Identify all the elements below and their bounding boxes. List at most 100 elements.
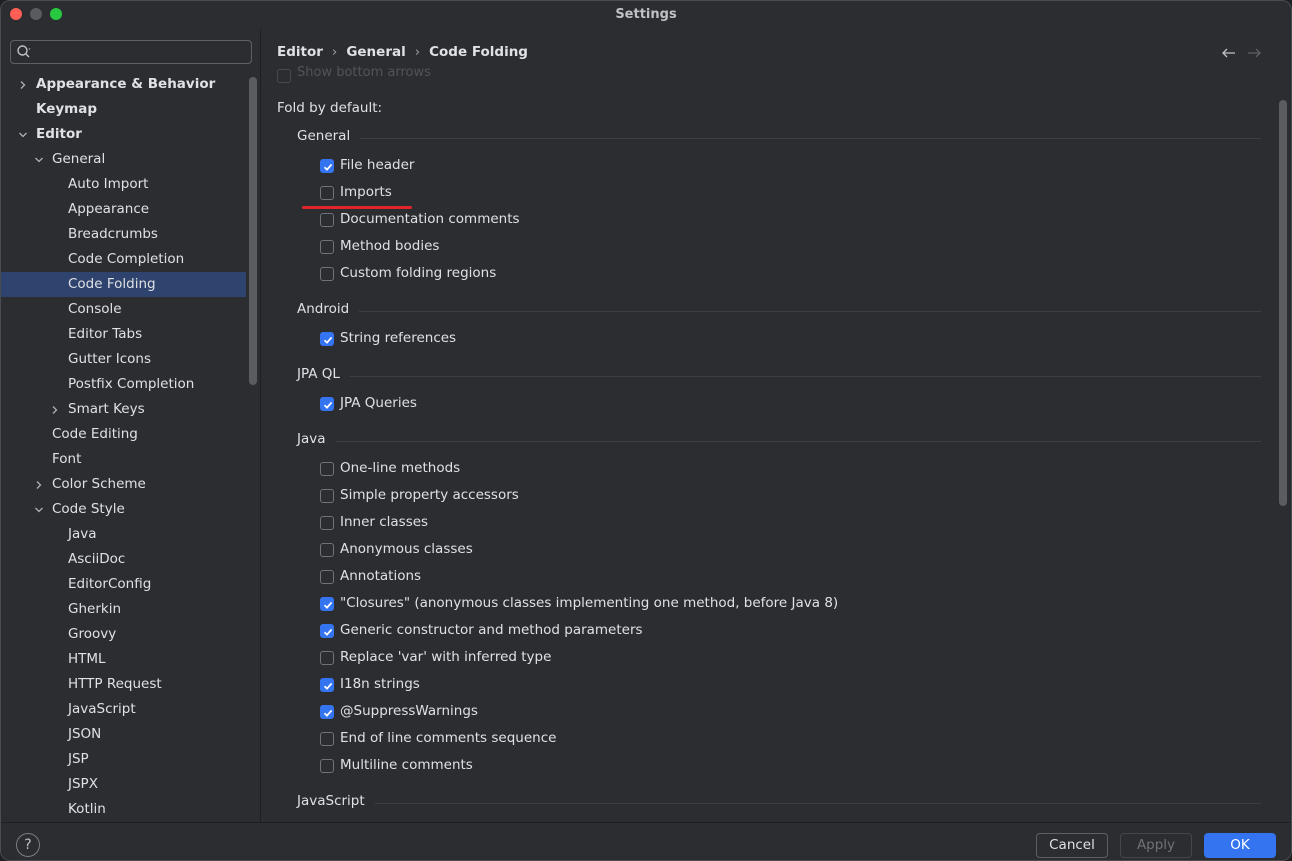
checkbox[interactable]: [320, 213, 334, 227]
sidebar-item-keymap[interactable]: Keymap: [1, 97, 246, 122]
sidebar-item-smart-keys[interactable]: Smart Keys: [1, 397, 246, 422]
sidebar-scrollbar[interactable]: [249, 77, 257, 385]
checkbox[interactable]: [320, 570, 334, 584]
option-label: I18n strings: [340, 676, 420, 692]
sidebar-item-postfix-completion[interactable]: Postfix Completion: [1, 372, 246, 397]
sidebar-item-code-completion[interactable]: Code Completion: [1, 247, 246, 272]
checkbox[interactable]: [320, 240, 334, 254]
sidebar-item-editorconfig[interactable]: EditorConfig: [1, 572, 246, 597]
checkbox[interactable]: [320, 159, 334, 173]
sidebar-item-kotlin[interactable]: Kotlin: [1, 797, 246, 822]
chevron-right-icon[interactable]: [34, 480, 44, 490]
chevron-down-icon[interactable]: [34, 505, 44, 515]
checkbox[interactable]: [320, 678, 334, 692]
group-label: Java: [297, 431, 336, 447]
help-button[interactable]: ?: [16, 833, 40, 857]
checkbox[interactable]: [320, 759, 334, 773]
sidebar-item-code-folding[interactable]: Code Folding: [1, 272, 246, 297]
group-label: General: [297, 128, 361, 144]
sidebar-item-json[interactable]: JSON: [1, 722, 246, 747]
checkbox[interactable]: [277, 69, 291, 83]
back-arrow-icon[interactable]: [1221, 45, 1237, 61]
option-label: End of line comments sequence: [340, 730, 557, 746]
red-underline-annotation: [302, 206, 412, 209]
checkmark-icon: [323, 336, 333, 344]
sidebar-item-label: Appearance: [68, 201, 150, 217]
checkbox[interactable]: [320, 624, 334, 638]
sidebar-item-label: JSON: [68, 726, 102, 742]
group-javascript: JavaScript: [297, 793, 1261, 813]
sidebar-item-label: Editor Tabs: [68, 326, 143, 342]
forward-arrow-icon[interactable]: [1246, 45, 1262, 61]
sidebar-item-code-editing[interactable]: Code Editing: [1, 422, 246, 447]
sidebar-item-label: Kotlin: [68, 801, 106, 817]
sidebar-item-label: AsciiDoc: [68, 551, 126, 567]
sidebar-item-breadcrumbs[interactable]: Breadcrumbs: [1, 222, 246, 247]
checkbox[interactable]: [320, 543, 334, 557]
sidebar-item-jspx[interactable]: JSPX: [1, 772, 246, 797]
sidebar-item-label: HTTP Request: [68, 676, 162, 692]
sidebar-item-console[interactable]: Console: [1, 297, 246, 322]
group-divider: [297, 376, 1261, 377]
option-label: Anonymous classes: [340, 541, 473, 557]
sidebar-item-http-request[interactable]: HTTP Request: [1, 672, 246, 697]
option-label: Multiline comments: [340, 757, 473, 773]
sidebar-item-editor[interactable]: Editor: [1, 122, 246, 147]
sidebar-item-appearance[interactable]: Appearance: [1, 197, 246, 222]
sidebar-item-gutter-icons[interactable]: Gutter Icons: [1, 347, 246, 372]
option-label: Replace 'var' with inferred type: [340, 649, 552, 665]
sidebar-item-asciidoc[interactable]: AsciiDoc: [1, 547, 246, 572]
search-input[interactable]: [41, 43, 241, 61]
chevron-right-icon[interactable]: [18, 80, 28, 90]
chevron-down-icon[interactable]: [34, 155, 44, 165]
sidebar-item-editor-tabs[interactable]: Editor Tabs: [1, 322, 246, 347]
checkbox[interactable]: [320, 489, 334, 503]
sidebar-item-auto-import[interactable]: Auto Import: [1, 172, 246, 197]
chevron-right-icon[interactable]: [50, 405, 60, 415]
sidebar-item-html[interactable]: HTML: [1, 647, 246, 672]
chevron-down-icon[interactable]: [18, 130, 28, 140]
sidebar-item-groovy[interactable]: Groovy: [1, 622, 246, 647]
sidebar-item-font[interactable]: Font: [1, 447, 246, 472]
checkmark-icon: [323, 628, 333, 636]
checkbox[interactable]: [320, 597, 334, 611]
ok-button[interactable]: OK: [1204, 833, 1276, 858]
sidebar-item-code-style[interactable]: Code Style: [1, 497, 246, 522]
checkbox[interactable]: [320, 651, 334, 665]
sidebar-item-label: Color Scheme: [52, 476, 146, 492]
checkbox[interactable]: [320, 516, 334, 530]
checkbox[interactable]: [320, 462, 334, 476]
sidebar-item-label: Breadcrumbs: [68, 226, 158, 242]
breadcrumb-item[interactable]: Editor: [277, 44, 323, 60]
checkbox[interactable]: [320, 732, 334, 746]
checkbox[interactable]: [320, 186, 334, 200]
option-label: Generic constructor and method parameter…: [340, 622, 643, 638]
settings-sidebar: Appearance & Behavior Keymap Editor General…: [1, 29, 261, 822]
option-label: "Closures" (anonymous classes implementi…: [340, 595, 839, 611]
sidebar-item-jsp[interactable]: JSP: [1, 747, 246, 772]
sidebar-item-label: Auto Import: [68, 176, 149, 192]
content-scrollbar[interactable]: [1279, 100, 1287, 506]
option-label: @SuppressWarnings: [340, 703, 478, 719]
sidebar-item-general[interactable]: General: [1, 147, 246, 172]
cancel-button[interactable]: Cancel: [1036, 833, 1108, 858]
group-divider: [297, 138, 1261, 139]
breadcrumb-item[interactable]: General: [346, 44, 405, 60]
checkbox[interactable]: [320, 397, 334, 411]
sidebar-item-label: JavaScript: [68, 701, 136, 717]
scrolled-option-label: Show bottom arrows: [297, 65, 431, 80]
settings-search[interactable]: [10, 40, 252, 64]
sidebar-item-java[interactable]: Java: [1, 522, 246, 547]
group-divider: [297, 441, 1261, 442]
checkbox[interactable]: [320, 332, 334, 346]
checkbox[interactable]: [320, 705, 334, 719]
sidebar-item-color-scheme[interactable]: Color Scheme: [1, 472, 246, 497]
option-label: One-line methods: [340, 460, 461, 476]
settings-window: Settings Appearance & Behavior Keymap Edit…: [0, 0, 1292, 861]
apply-button[interactable]: Apply: [1120, 833, 1192, 858]
checkbox[interactable]: [320, 267, 334, 281]
sidebar-item-label: JSPX: [68, 776, 98, 792]
sidebar-item-javascript[interactable]: JavaScript: [1, 697, 246, 722]
sidebar-item-appearance-behavior[interactable]: Appearance & Behavior: [1, 72, 246, 97]
sidebar-item-gherkin[interactable]: Gherkin: [1, 597, 246, 622]
